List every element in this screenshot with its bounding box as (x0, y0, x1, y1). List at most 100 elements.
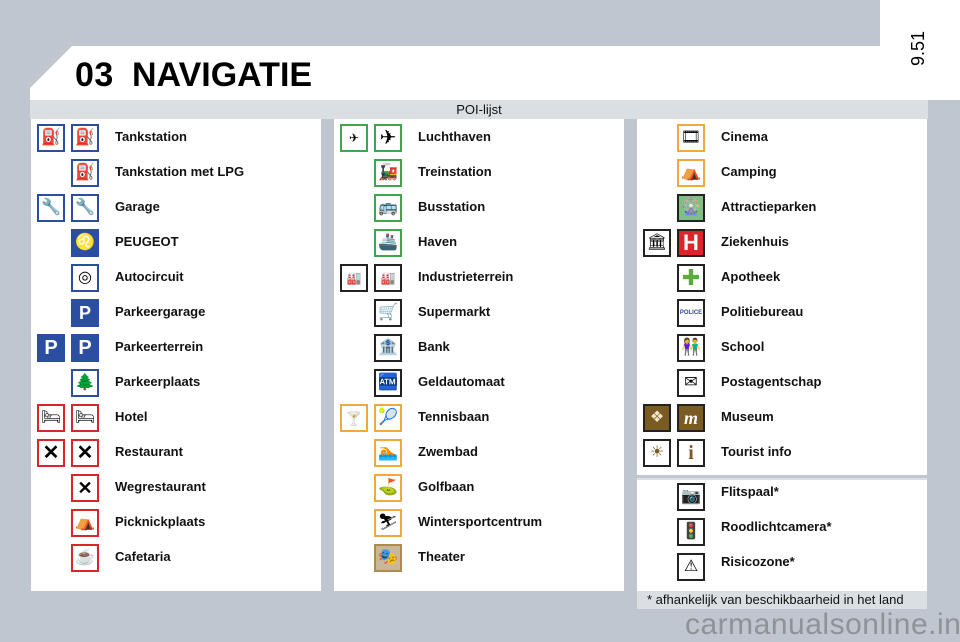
list-item: 🏭 🏭 Industrieterrein (334, 261, 624, 296)
sun-rays-icon: ☀ (643, 439, 671, 467)
race-circuit-icon: ◎ (71, 264, 99, 292)
parking-garage-icon: P (71, 299, 99, 327)
train-icon: 🚂 (374, 159, 402, 187)
poi-label: Parkeerterrein (115, 339, 204, 354)
poi-label: PEUGEOT (115, 234, 179, 249)
top-band (0, 0, 880, 46)
poi-label: Industrieterrein (418, 269, 514, 284)
ship-icon: 🚢 (374, 229, 402, 257)
speed-camera-icon: 📷 (677, 483, 705, 511)
poi-label: Tankstation (115, 129, 187, 144)
red-light-camera-icon: 🚦 (677, 518, 705, 546)
list-item: ◎ Autocircuit (31, 261, 321, 296)
poi-label: Cafetaria (115, 549, 171, 564)
pharmacy-cross-icon: ✚ (677, 264, 705, 292)
film-reel-icon: 🎞 (677, 124, 705, 152)
poi-label: Cinema (721, 129, 768, 144)
fuel-pump-icon: ⛽ (71, 124, 99, 152)
envelope-icon: ✉ (677, 369, 705, 397)
industry-group-icon: 🏭 (340, 264, 368, 292)
list-item: 🌲 Parkeerplaats (31, 366, 321, 401)
list-item: 🚦 Roodlichtcamera* (637, 515, 927, 550)
watermark: carmanualsonline.info (685, 608, 960, 641)
list-item: ⛳ Golfbaan (334, 471, 624, 506)
bed-icon: 🛏 (37, 404, 65, 432)
swimmer-icon: 🏊 (374, 439, 402, 467)
poi-label: Museum (721, 409, 774, 424)
children-icon: 👫 (677, 334, 705, 362)
poi-label: Supermarkt (418, 304, 491, 319)
poi-label: Tennisbaan (418, 409, 490, 424)
footnote: * afhankelijk van beschikbaarheid in het… (637, 591, 927, 609)
list-item: 🏊 Zwembad (334, 436, 624, 471)
poi-label: Autocircuit (115, 269, 184, 284)
list-item: ⛺ Camping (637, 156, 927, 191)
picnic-icon: ⛺ (71, 509, 99, 537)
poi-label: Ziekenhuis (721, 234, 789, 249)
list-item: 🎡 Attractieparken (637, 191, 927, 226)
list-item: 🚂 Treinstation (334, 156, 624, 191)
coffee-cup-icon: ☕ (71, 544, 99, 572)
poi-label: School (721, 339, 765, 354)
list-item: 📷 Flitspaal* (637, 480, 927, 515)
poi-label: Parkeerplaats (115, 374, 201, 389)
poi-label: Zwembad (418, 444, 478, 459)
tennis-icon: 🎾 (374, 404, 402, 432)
list-item: ⛽ Tankstation met LPG (31, 156, 321, 191)
list-item: P Parkeergarage (31, 296, 321, 331)
list-item: ✉ Postagentschap (637, 366, 927, 401)
public-building-icon: 🏛 (643, 229, 671, 257)
list-item: 🏛 H Ziekenhuis (637, 226, 927, 261)
poi-label: Tankstation met LPG (115, 164, 245, 179)
list-item: 🏧 Geldautomaat (334, 366, 624, 401)
poi-label: Restaurant (115, 444, 183, 459)
list-item: ⛷ Wintersportcentrum (334, 506, 624, 541)
camping-icon: ⛺ (677, 159, 705, 187)
poi-label: Attractieparken (721, 199, 817, 214)
lpg-fuel-pump-icon: ⛽ (71, 159, 99, 187)
list-item: ❖ m Museum (637, 401, 927, 436)
poi-label: Geldautomaat (418, 374, 505, 389)
transport-group-icon: ✈ (340, 124, 368, 152)
list-item: P P Parkeerterrein (31, 331, 321, 366)
list-item: ⛽ ⛽ Tankstation (31, 121, 321, 156)
page-title: NAVIGATIE (132, 56, 313, 94)
poi-label: Tourist info (721, 444, 792, 459)
theater-icon: 🎭 (374, 544, 402, 572)
list-item: 🎭 Theater (334, 541, 624, 576)
list-item: ✚ Apotheek (637, 261, 927, 296)
airplane-icon: ✈ (374, 124, 402, 152)
poi-label: Hotel (115, 409, 148, 424)
skier-icon: ⛷ (374, 509, 402, 537)
peugeot-lion-icon: ♌ (71, 229, 99, 257)
atm-icon: 🏧 (374, 369, 402, 397)
bank-icon: 🏦 (374, 334, 402, 362)
poi-label: Golfbaan (418, 479, 475, 494)
bus-icon: 🚌 (374, 194, 402, 222)
poi-label: Theater (418, 549, 465, 564)
list-item: ☕ Cafetaria (31, 541, 321, 576)
section-subtitle: POI-lijst (30, 100, 928, 119)
list-item: 🍸 🎾 Tennisbaan (334, 401, 624, 436)
list-item: ☀ i Tourist info (637, 436, 927, 471)
list-item: 🛏 🛏 Hotel (31, 401, 321, 436)
list-item: ✕ Wegrestaurant (31, 471, 321, 506)
ferris-wheel-icon: 🎡 (677, 194, 705, 222)
list-item: ⛺ Picknickplaats (31, 506, 321, 541)
poi-label: Picknickplaats (115, 514, 206, 529)
list-item: ⚠ Risicozone* (637, 550, 927, 585)
chapter-number: 03 (75, 56, 114, 94)
cutlery-icon: ✕ (37, 439, 65, 467)
poi-label: Wintersportcentrum (418, 514, 543, 529)
leisure-sport-icon: 🍸 (340, 404, 368, 432)
info-icon: i (677, 439, 705, 467)
roadside-restaurant-icon: ✕ (71, 474, 99, 502)
industry-group-icon: 🏭 (374, 264, 402, 292)
warning-triangle-icon: ⚠ (677, 553, 705, 581)
poi-label: Politiebureau (721, 304, 804, 319)
poi-column-3: 🎞 Cinema ⛺ Camping 🎡 Attractieparken 🏛 H… (637, 119, 927, 475)
poi-label: Busstation (418, 199, 486, 214)
list-item: ♌ PEUGEOT (31, 226, 321, 261)
list-item: 🚢 Haven (334, 226, 624, 261)
list-item: 🎞 Cinema (637, 121, 927, 156)
